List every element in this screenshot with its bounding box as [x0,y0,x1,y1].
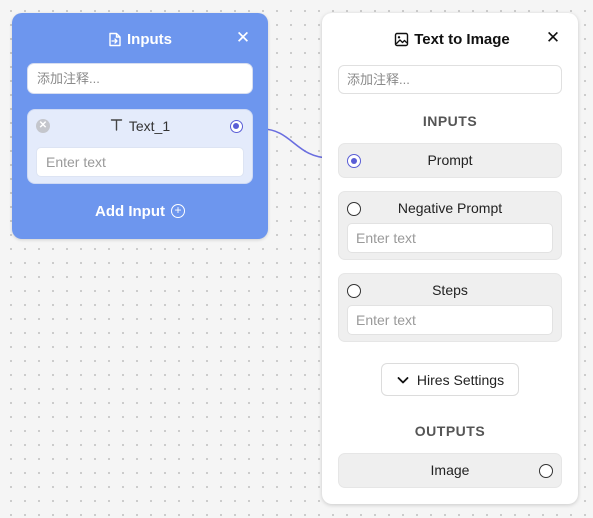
param-label-negative-prompt: Negative Prompt [397,200,503,216]
output-image: Image [338,453,562,488]
param-label-prompt: Prompt [427,152,473,168]
close-icon[interactable]: ✕ [235,29,251,47]
file-import-icon [109,32,121,46]
inputs-node[interactable]: Inputs ✕ ✕ Text_1 Add Input + [12,13,268,239]
image-output-handle[interactable] [539,464,553,478]
inputs-section-heading: INPUTS [422,113,478,129]
chevron-down-icon [397,376,409,383]
input-item-title: Text_1 [28,117,252,135]
output-label-image: Image [430,462,470,478]
steps-field[interactable] [347,305,553,335]
hires-settings-button[interactable]: Hires Settings [381,363,519,396]
param-negative-prompt: Negative Prompt [338,191,562,260]
text-1-field[interactable] [36,147,244,177]
plus-circle-icon: + [170,204,185,218]
inputs-comment-input[interactable] [27,63,253,94]
outputs-section-heading: OUTPUTS [414,423,486,439]
image-icon [395,32,409,46]
add-input-button[interactable]: Add Input + [12,201,268,221]
text-to-image-node[interactable]: Text to Image ✕ INPUTS Prompt Negative P… [322,13,578,504]
input-item-label: Text_1 [128,118,171,134]
output-handle[interactable] [230,120,243,133]
inputs-node-title: Inputs [127,30,172,48]
text-type-icon [110,118,123,134]
negative-prompt-field[interactable] [347,223,553,253]
t2i-node-header: Text to Image [382,29,522,49]
close-icon[interactable]: ✕ [545,29,561,47]
param-steps: Steps [338,273,562,342]
t2i-node-title: Text to Image [414,30,510,48]
param-label-steps: Steps [432,282,468,298]
input-item-card: ✕ Text_1 [27,109,253,184]
add-input-label: Add Input [95,202,165,220]
hires-settings-label: Hires Settings [416,371,505,388]
inputs-node-header: Inputs [12,29,268,49]
param-prompt: Prompt [338,143,562,178]
t2i-comment-input[interactable] [338,65,562,94]
